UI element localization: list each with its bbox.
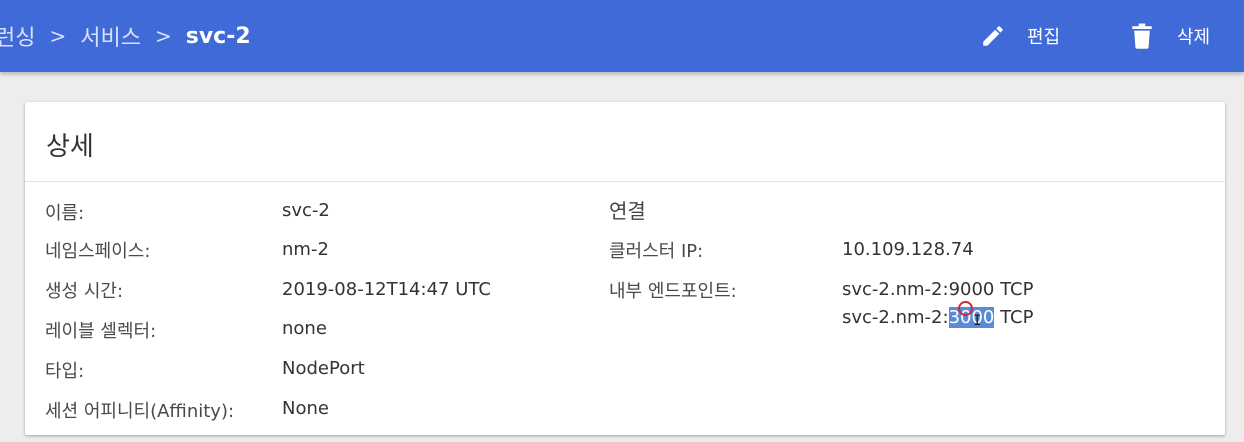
internal-endpoints-label: 내부 엔드포인트:	[609, 281, 737, 302]
mouse-cursor-highlight	[958, 301, 973, 316]
name-label: 이름:	[45, 203, 85, 224]
breadcrumb-separator: >	[154, 24, 172, 48]
endpoint-item[interactable]: svc-2.nm-2:9000 TCP	[842, 279, 1033, 300]
type-label: 타입:	[45, 361, 85, 382]
text-cursor-icon: I	[973, 313, 982, 329]
namespace-value: nm-2	[282, 239, 329, 260]
connection-title: 연결	[609, 199, 646, 223]
details-card-header: 상세	[25, 102, 1225, 182]
top-app-bar: 런싱 > 서비스 > svc-2 편집 삭제	[0, 0, 1244, 72]
details-card: 상세 이름: 네임스페이스: 생성 시간: 레이블 셀렉터: 타입: 세션 어피…	[25, 102, 1225, 435]
endpoint-protocol: TCP	[1000, 279, 1034, 300]
details-title: 상세	[46, 132, 94, 162]
cluster-ip-value: 10.109.128.74	[842, 239, 974, 260]
endpoint-item[interactable]: svc-2.nm-2:3000 TCP	[842, 307, 1033, 328]
breadcrumb-current: svc-2	[185, 23, 251, 49]
endpoint-host: svc-2.nm-2:	[842, 279, 949, 300]
edit-button[interactable]: 편집	[980, 0, 1060, 72]
session-affinity-label: 세션 어피니티(Affinity):	[45, 401, 235, 422]
breadcrumb: 런싱 > 서비스 > svc-2	[0, 0, 251, 72]
type-value: NodePort	[282, 358, 365, 379]
breadcrumb-item-loadbalancing[interactable]: 런싱	[0, 20, 35, 52]
session-affinity-value: None	[282, 398, 329, 419]
label-selector-value: none	[282, 318, 327, 339]
trash-icon	[1131, 23, 1153, 49]
delete-button[interactable]: 삭제	[1131, 0, 1210, 72]
edit-label: 편집	[1027, 27, 1061, 48]
name-value: svc-2	[282, 200, 330, 221]
creation-time-label: 생성 시간:	[45, 281, 124, 302]
pencil-icon	[980, 23, 1006, 49]
endpoint-host: svc-2.nm-2:	[842, 307, 949, 328]
breadcrumb-separator: >	[49, 24, 67, 48]
creation-time-value: 2019-08-12T14:47 UTC	[282, 279, 491, 300]
cluster-ip-label: 클러스터 IP:	[609, 241, 704, 262]
label-selector-label: 레이블 셀렉터:	[45, 321, 157, 342]
endpoint-port: 9000	[948, 279, 995, 300]
namespace-label: 네임스페이스:	[45, 241, 151, 262]
endpoint-protocol: TCP	[1000, 307, 1034, 328]
delete-label: 삭제	[1177, 27, 1211, 48]
breadcrumb-item-services[interactable]: 서비스	[80, 20, 141, 52]
